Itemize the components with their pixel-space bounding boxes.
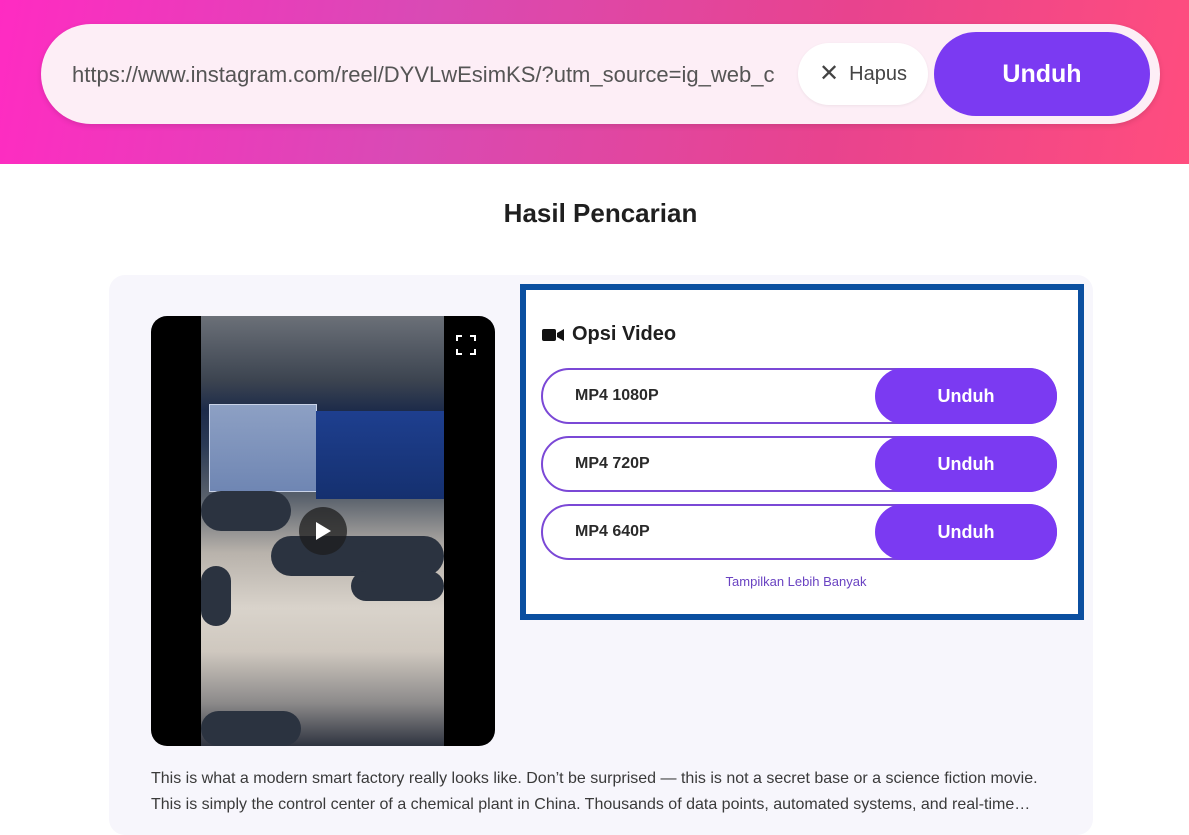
header-banner: ✕ Hapus Unduh <box>0 0 1189 164</box>
description-line: This is what a modern smart factory real… <box>151 770 1038 787</box>
thumbnail-desk <box>201 711 301 746</box>
option-row-720p: MP4 720P Unduh <box>541 436 1057 492</box>
show-more-link[interactable]: Tampilkan Lebih Banyak <box>526 574 1066 589</box>
play-button[interactable] <box>299 507 347 555</box>
thumbnail-desk <box>271 536 444 576</box>
option-row-1080p: MP4 1080P Unduh <box>541 368 1057 424</box>
video-options-panel: Opsi Video MP4 1080P Unduh MP4 720P Undu… <box>520 284 1084 620</box>
close-icon: ✕ <box>819 60 840 87</box>
play-icon <box>316 522 331 540</box>
options-header: Opsi Video <box>542 323 676 346</box>
option-download-button[interactable]: Unduh <box>875 436 1057 492</box>
option-row-640p: MP4 640P Unduh <box>541 504 1057 560</box>
video-camera-icon <box>542 328 564 341</box>
fullscreen-icon[interactable] <box>455 334 477 356</box>
option-format: MP4 1080P <box>575 387 659 404</box>
thumbnail-desk <box>351 571 444 601</box>
search-bar: ✕ Hapus Unduh <box>41 24 1160 124</box>
clear-button[interactable]: ✕ Hapus <box>798 43 928 105</box>
thumbnail-desk <box>201 491 291 531</box>
clear-button-label: Hapus <box>849 62 907 85</box>
thumbnail-screen-right <box>316 411 444 499</box>
option-download-button[interactable]: Unduh <box>875 504 1057 560</box>
option-format: MP4 720P <box>575 455 650 472</box>
description-line: This is simply the control center of a c… <box>151 796 1031 813</box>
option-format: MP4 640P <box>575 523 650 540</box>
option-download-button[interactable]: Unduh <box>875 368 1057 424</box>
download-button[interactable]: Unduh <box>934 32 1150 116</box>
thumbnail-desk <box>201 566 231 626</box>
options-title: Opsi Video <box>572 323 677 345</box>
thumbnail-screen-left <box>209 404 317 492</box>
url-input[interactable] <box>70 52 802 98</box>
page-title: Hasil Pencarian <box>503 198 698 228</box>
video-description: This is what a modern smart factory real… <box>151 766 1051 818</box>
